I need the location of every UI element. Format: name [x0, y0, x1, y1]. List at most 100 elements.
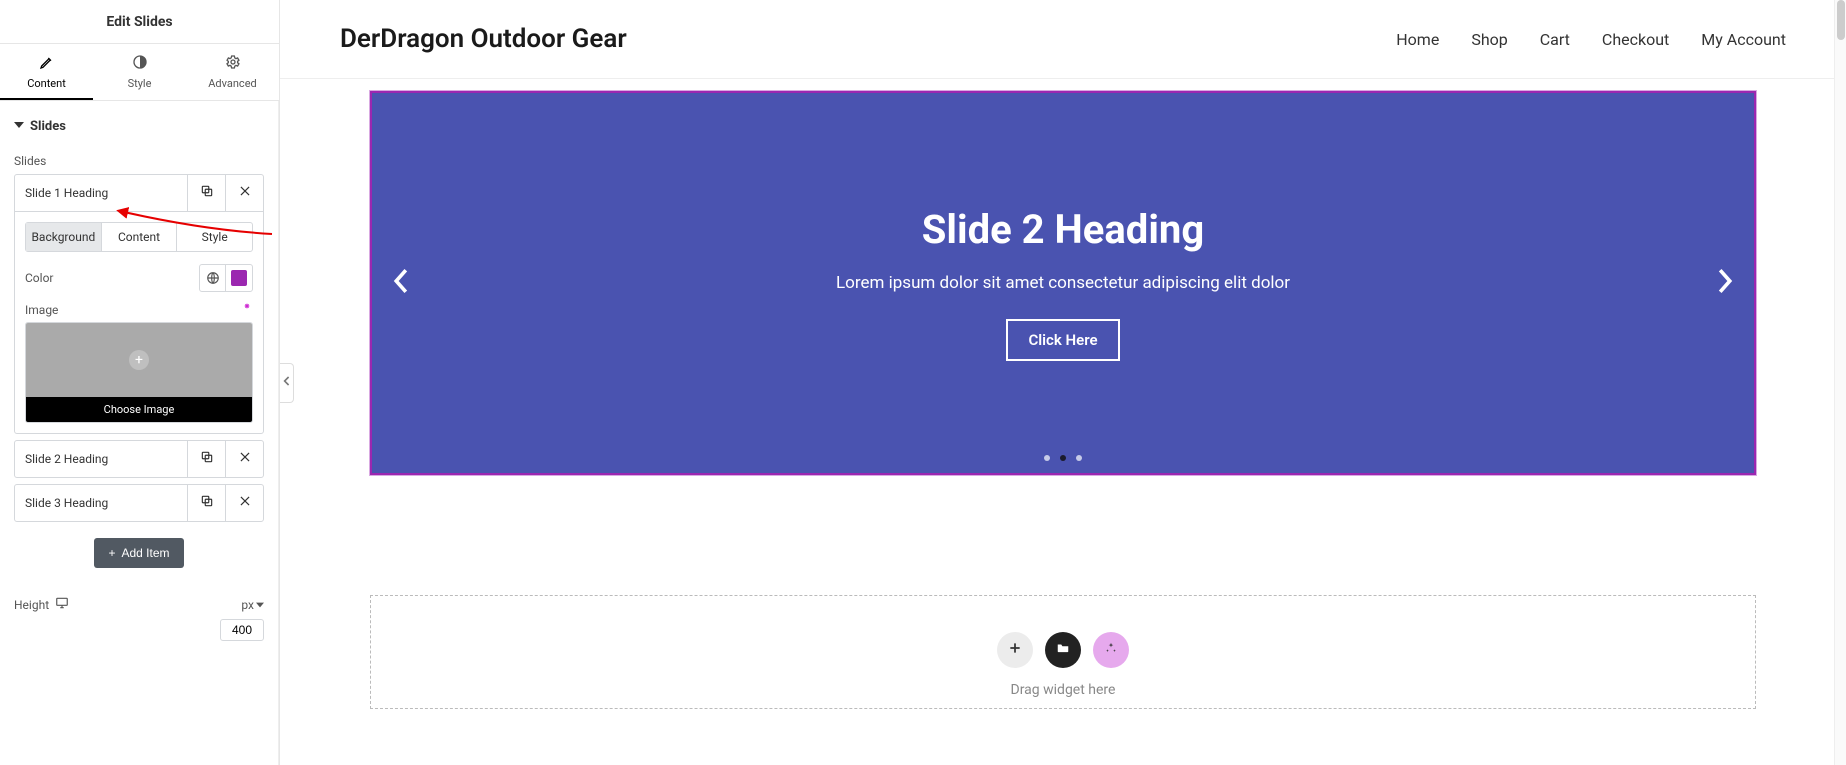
chevron-down-icon	[256, 598, 264, 612]
tab-advanced-label: Advanced	[208, 77, 256, 90]
sub-tab-background[interactable]: Background	[26, 223, 102, 251]
duplicate-button[interactable]	[187, 175, 225, 211]
empty-section-dropzone[interactable]: Drag widget here	[370, 595, 1756, 709]
slide-heading: Slide 2 Heading	[922, 206, 1204, 253]
tab-style-label: Style	[128, 77, 152, 90]
plus-icon: +	[108, 546, 115, 560]
unit-select[interactable]: px	[241, 598, 264, 612]
close-icon	[238, 494, 252, 512]
nav-checkout[interactable]: Checkout	[1602, 30, 1669, 49]
slider-widget-wrap: Slide 2 Heading Lorem ipsum dolor sit am…	[280, 79, 1846, 525]
tab-advanced[interactable]: Advanced	[186, 44, 279, 100]
widget-buttons	[371, 632, 1755, 668]
height-label: Height	[14, 598, 49, 612]
remove-button[interactable]	[225, 175, 263, 211]
slider-dot-3[interactable]	[1076, 455, 1082, 461]
dropzone-label: Drag widget here	[371, 682, 1755, 698]
slider-dot-2[interactable]	[1060, 455, 1066, 461]
repeater-head: Slide 1 Heading	[15, 175, 263, 211]
caret-down-icon	[14, 119, 24, 134]
height-row: Height px	[14, 596, 264, 613]
slide-sub-tabs: Background Content Style	[25, 222, 253, 252]
editor-panel: Edit Slides Content Style Advanced Sl	[0, 0, 280, 765]
panel-collapse-handle[interactable]	[280, 363, 294, 403]
slider-prev-button[interactable]	[384, 261, 418, 305]
slider-dot-1[interactable]	[1044, 455, 1050, 461]
panel-title: Edit Slides	[0, 0, 279, 44]
height-input[interactable]	[220, 619, 264, 641]
image-row-head: Image	[25, 302, 253, 318]
image-placeholder[interactable]: +	[26, 323, 252, 397]
repeater-head: Slide 2 Heading	[15, 441, 263, 477]
main-nav: Home Shop Cart Checkout My Account	[1396, 30, 1786, 49]
contrast-icon	[132, 54, 148, 73]
unit-label: px	[241, 598, 254, 612]
add-item-button[interactable]: + Add Item	[94, 538, 184, 568]
panel-body: Slides Slides Slide 1 Heading Background…	[0, 101, 279, 765]
sub-tab-content[interactable]: Content	[102, 223, 178, 251]
scrollbar[interactable]	[1834, 0, 1846, 765]
chevron-left-icon	[392, 282, 410, 297]
duplicate-button[interactable]	[187, 485, 225, 521]
repeater-item: Slide 3 Heading	[14, 484, 264, 522]
folder-icon	[1056, 641, 1070, 659]
gear-icon	[225, 54, 241, 73]
repeater-item: Slide 2 Heading	[14, 440, 264, 478]
add-widget-button[interactable]	[997, 632, 1033, 668]
close-icon	[238, 450, 252, 468]
repeater-item: Slide 1 Heading Background Content Style…	[14, 174, 264, 434]
tab-content[interactable]: Content	[0, 44, 93, 100]
globe-icon[interactable]	[200, 265, 226, 291]
desktop-icon[interactable]	[55, 596, 69, 613]
sub-tab-style[interactable]: Style	[177, 223, 252, 251]
duplicate-button[interactable]	[187, 441, 225, 477]
slider-dots	[372, 455, 1754, 461]
site-header: DerDragon Outdoor Gear Home Shop Cart Ch…	[280, 0, 1846, 79]
choose-image-button[interactable]: Choose Image	[26, 397, 252, 422]
color-chip	[231, 270, 247, 286]
copy-icon	[200, 450, 214, 468]
copy-icon	[200, 494, 214, 512]
pencil-icon	[39, 54, 55, 73]
chevron-left-icon	[283, 375, 291, 390]
nav-shop[interactable]: Shop	[1471, 30, 1507, 49]
dynamic-icon[interactable]	[241, 302, 253, 318]
color-row: Color	[25, 264, 253, 292]
color-label: Color	[25, 271, 53, 285]
image-label: Image	[25, 303, 58, 317]
nav-cart[interactable]: Cart	[1540, 30, 1570, 49]
site-brand[interactable]: DerDragon Outdoor Gear	[340, 24, 627, 54]
tab-content-label: Content	[27, 77, 66, 90]
ai-generate-button[interactable]	[1093, 632, 1129, 668]
remove-button[interactable]	[225, 441, 263, 477]
copy-icon	[200, 184, 214, 202]
color-swatch[interactable]	[226, 265, 252, 291]
scrollbar-thumb[interactable]	[1837, 0, 1845, 40]
repeater-head: Slide 3 Heading	[15, 485, 263, 521]
plus-icon	[1008, 641, 1022, 659]
preview-canvas: DerDragon Outdoor Gear Home Shop Cart Ch…	[280, 0, 1846, 765]
add-template-button[interactable]	[1045, 632, 1081, 668]
slider-widget[interactable]: Slide 2 Heading Lorem ipsum dolor sit am…	[370, 91, 1756, 475]
close-icon	[238, 184, 252, 202]
tab-style[interactable]: Style	[93, 44, 186, 100]
repeater-title[interactable]: Slide 2 Heading	[15, 441, 187, 477]
plus-icon: +	[129, 350, 149, 370]
slide-content: Slide 2 Heading Lorem ipsum dolor sit am…	[836, 206, 1290, 361]
slide-subheading: Lorem ipsum dolor sit amet consectetur a…	[836, 273, 1290, 293]
repeater-body: Background Content Style Color Image	[15, 211, 263, 433]
section-slides-title: Slides	[30, 119, 66, 134]
slider-next-button[interactable]	[1708, 261, 1742, 305]
section-slides-toggle[interactable]: Slides	[14, 101, 264, 146]
nav-home[interactable]: Home	[1396, 30, 1439, 49]
repeater-title[interactable]: Slide 1 Heading	[15, 175, 187, 211]
image-picker[interactable]: + Choose Image	[25, 322, 253, 423]
nav-account[interactable]: My Account	[1701, 30, 1786, 49]
chevron-right-icon	[1716, 282, 1734, 297]
repeater-title[interactable]: Slide 3 Heading	[15, 485, 187, 521]
mode-tabs: Content Style Advanced	[0, 44, 279, 101]
slide-cta-button[interactable]: Click Here	[1006, 319, 1119, 361]
slides-repeater-label: Slides	[14, 154, 264, 168]
remove-button[interactable]	[225, 485, 263, 521]
color-control[interactable]	[199, 264, 253, 292]
